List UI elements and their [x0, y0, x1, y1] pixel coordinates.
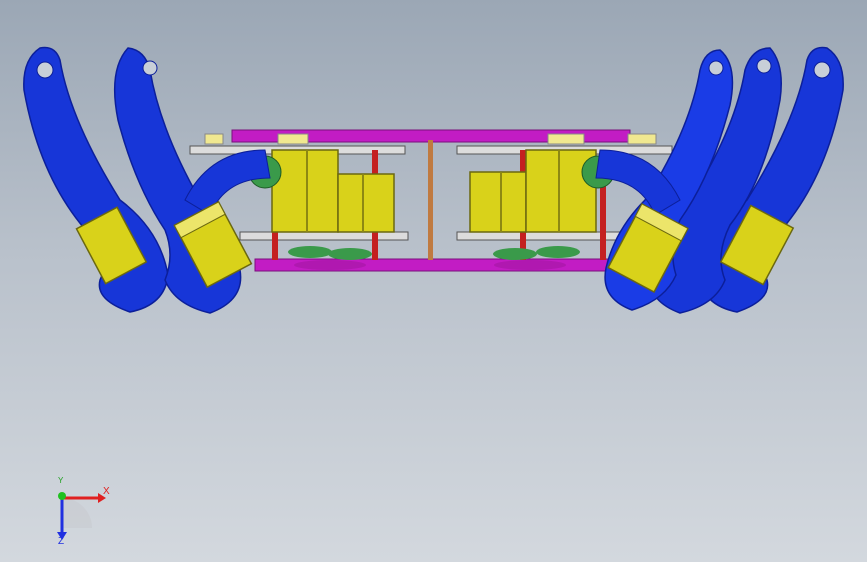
lower-disc-1 [294, 260, 366, 270]
hub-disc-3 [493, 248, 537, 260]
x-axis-label: X [103, 486, 110, 497]
hub-disc-4 [536, 246, 580, 258]
servo-center-left-a [271, 149, 339, 233]
triad-shade [62, 498, 92, 528]
leg-right-middle-hole [756, 58, 772, 74]
center-rod [428, 140, 433, 260]
clip-3 [547, 133, 585, 145]
leg-right-back-hole [813, 61, 831, 79]
hub-disc-1 [288, 246, 332, 258]
leg-left-middle-hole [142, 60, 158, 76]
right-lower-deck [456, 231, 626, 241]
clip-1 [204, 133, 224, 145]
lower-disc-2 [494, 260, 566, 270]
hub-disc-2 [328, 248, 372, 260]
left-lower-deck [239, 231, 409, 241]
cad-viewport[interactable]: X Y Z [0, 0, 867, 562]
z-axis-label: Z [58, 536, 65, 547]
leg-right-front-hole [708, 60, 724, 76]
left-legs [23, 46, 271, 314]
clip-4 [627, 133, 657, 145]
servo-center-left-b [337, 173, 395, 233]
y-axis-label: Y [58, 476, 64, 485]
right-legs [595, 46, 844, 314]
robot-assembly-model[interactable] [0, 0, 867, 562]
clip-2 [277, 133, 309, 145]
servo-center-right-a [469, 171, 527, 233]
leg-left-back-hole [36, 61, 54, 79]
axis-triad: X Y Z [40, 476, 120, 548]
y-axis-dot [58, 492, 66, 500]
